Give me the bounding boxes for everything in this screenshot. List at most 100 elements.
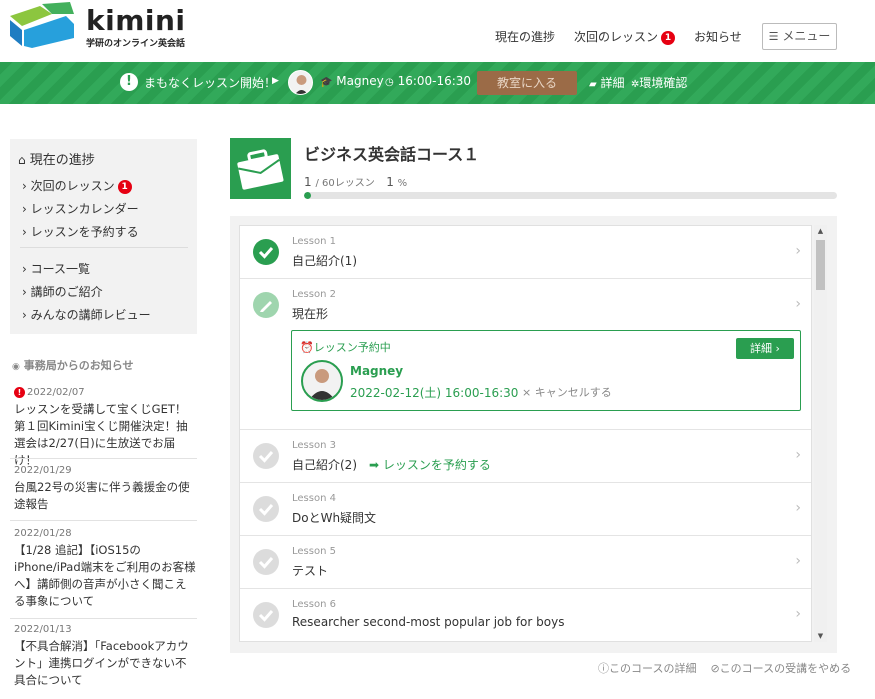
course-progress-fill xyxy=(304,192,311,199)
sidebar-item-calendar[interactable]: › レッスンカレンダー xyxy=(22,200,139,217)
course-footer-links: ⓘこのコースの詳細 ⊘このコースの受講をやめる xyxy=(598,660,851,676)
enter-classroom-button[interactable]: 教室に入る xyxy=(477,71,577,95)
chevron-right-icon: › xyxy=(795,500,801,516)
briefcase-icon xyxy=(230,138,291,199)
important-icon: ! xyxy=(14,387,25,398)
chevron-right-icon: › xyxy=(795,606,801,622)
lesson-detail-link[interactable]: ▰ 詳細 xyxy=(589,74,625,91)
pencil-icon xyxy=(253,292,279,318)
quit-course-link[interactable]: ⊘このコースの受講をやめる xyxy=(710,662,851,675)
chevron-right-icon: › xyxy=(22,308,27,322)
chevron-right-icon: › xyxy=(795,447,801,463)
booking-card: ⏰レッスン予約中 詳細 › Magney 2022-02-12(土) 16:00… xyxy=(291,330,801,411)
teacher-avatar xyxy=(288,70,313,95)
kimini-logo[interactable]: kimini 学研のオンライン英会話 xyxy=(8,2,186,50)
nav-next-lesson-label: 次回のレッスン xyxy=(574,30,659,44)
logo-wordmark: kimini xyxy=(86,4,186,37)
alarm-clock-icon: ⏰ xyxy=(300,341,314,354)
booking-status-text: レッスン予約中 xyxy=(313,341,391,354)
lesson-number: Lesson 2 xyxy=(292,289,336,300)
quit-course-text: このコースの受講をやめる xyxy=(719,662,852,675)
lesson-number: Lesson 6 xyxy=(292,599,336,610)
lesson-list-scrollbar[interactable]: ▲ ▼ xyxy=(814,225,827,642)
lesson-row[interactable]: Lesson 5 テスト › xyxy=(240,536,811,589)
play-arrow-icon: ▶ xyxy=(272,76,279,86)
sidebar-item-label: コース一覧 xyxy=(30,262,91,276)
menu-button[interactable]: ☰ メニュー xyxy=(762,23,837,50)
nav-next-lesson-badge: 1 xyxy=(661,31,676,45)
sidebar-item-label: 次回のレッスン xyxy=(30,179,115,193)
lessons-done: 1 xyxy=(304,175,312,189)
booking-datetime: 2022-02-12(土) 16:00-16:30 xyxy=(350,386,519,400)
lesson-name: 自己紹介(2) ➡ レッスンを予約する xyxy=(292,456,491,473)
nav-progress[interactable]: 現在の進捗 xyxy=(495,28,555,45)
lesson-number: Lesson 3 xyxy=(292,440,336,451)
clock-icon: ◷ xyxy=(385,77,394,88)
course-detail-link[interactable]: ⓘこのコースの詳細 xyxy=(598,662,696,675)
chevron-right-icon: › xyxy=(22,179,27,193)
sidebar-item-courses[interactable]: › コース一覧 xyxy=(22,260,90,277)
lesson-name: DoとWh疑問文 xyxy=(292,511,377,525)
course-progress-bar xyxy=(304,192,837,199)
news-item[interactable]: ! 2022/02/07 レッスンを受講して宝くじGET！第１回Kimini宝くじ… xyxy=(14,387,197,469)
lesson-row[interactable]: Lesson 1 自己紹介(1) › xyxy=(240,226,811,279)
scroll-down-icon[interactable]: ▼ xyxy=(814,630,827,642)
news-date-text: 2022/02/07 xyxy=(27,387,85,398)
booking-detail-button[interactable]: 詳細 › xyxy=(736,338,794,359)
lesson-starting-text: まもなくレッスン開始！ xyxy=(144,76,277,90)
sidebar-item-next-lesson[interactable]: › 次回のレッスン 1 xyxy=(22,177,132,194)
graduation-cap-icon: 🎓 xyxy=(320,77,333,88)
sidebar-item-label: レッスンカレンダー xyxy=(30,202,139,216)
logo-tagline: 学研のオンライン英会話 xyxy=(86,39,186,49)
sidebar-item-reviews[interactable]: › みんなの講師レビュー xyxy=(22,306,151,323)
site-header: kimini 学研のオンライン英会話 現在の進捗 次回のレッスン 1 お知らせ ☰… xyxy=(0,0,875,62)
sidebar-heading-text: 現在の進捗 xyxy=(29,153,95,168)
news-date: 2022/01/29 xyxy=(14,465,72,476)
lesson-name: 自己紹介(1) xyxy=(292,254,357,268)
cancel-booking-link[interactable]: × キャンセルする xyxy=(522,384,612,400)
sidebar-item-reserve[interactable]: › レッスンを予約する xyxy=(22,223,139,240)
news-divider xyxy=(10,520,197,521)
alert-icon: ! xyxy=(120,73,138,91)
sidebar-divider xyxy=(20,247,188,248)
booking-status: ⏰レッスン予約中 xyxy=(300,339,391,355)
lesson-number: Lesson 5 xyxy=(292,546,336,557)
lesson-number: Lesson 1 xyxy=(292,236,336,247)
reserve-lesson-link[interactable]: ➡ レッスンを予約する xyxy=(369,458,491,472)
scrollbar-thumb[interactable] xyxy=(816,240,825,290)
check-icon xyxy=(253,602,279,628)
booking-detail-label: 詳細 xyxy=(750,342,773,355)
menu-button-label: メニュー xyxy=(782,29,831,43)
booking-teacher-name[interactable]: Magney xyxy=(350,364,403,378)
sidebar-nav: ⌂ 現在の進捗 › 次回のレッスン 1 › レッスンカレンダー › レッスンを予約… xyxy=(10,139,197,334)
sidebar-item-teachers[interactable]: › 講師のご紹介 xyxy=(22,283,103,300)
chevron-right-icon: › xyxy=(775,342,780,355)
upcoming-lesson-bar: ! まもなくレッスン開始！ ▶ 🎓 Magney ◷ 16:00-16:30 教… xyxy=(0,62,875,104)
lesson-row-current[interactable]: Lesson 2 現在形 › ⏰レッスン予約中 詳細 › Magney 2022… xyxy=(240,279,811,430)
nav-news[interactable]: お知らせ xyxy=(694,28,742,45)
course-detail-text: このコースの詳細 xyxy=(609,662,697,675)
news-item[interactable]: 2022/01/28 【1/28 追記】【iOS15のiPhone/iPad端末… xyxy=(14,528,197,610)
lesson-time: ◷ 16:00-16:30 xyxy=(385,74,471,88)
chevron-right-icon: › xyxy=(795,243,801,259)
news-divider xyxy=(10,458,197,459)
sidebar-heading[interactable]: ⌂ 現在の進捗 xyxy=(18,149,95,168)
progress-percent: 1 xyxy=(386,175,394,189)
news-title: 【1/28 追記】【iOS15のiPhone/iPad端末をご利用のお客様へ】講… xyxy=(14,543,196,608)
list-icon: ☰ xyxy=(768,30,779,43)
lesson-row[interactable]: Lesson 3 自己紹介(2) ➡ レッスンを予約する › xyxy=(240,430,811,483)
lesson-row[interactable]: Lesson 6 Researcher second-most popular … xyxy=(240,589,811,641)
nav-next-lesson[interactable]: 次回のレッスン 1 xyxy=(574,28,676,45)
chevron-right-icon: › xyxy=(22,262,27,276)
scroll-up-icon[interactable]: ▲ xyxy=(814,225,827,237)
ticket-icon: ▰ xyxy=(589,79,597,90)
logo-mark-icon xyxy=(10,2,74,48)
lesson-name: Researcher second-most popular job for b… xyxy=(292,615,565,629)
lessons-total: / 60レッスン xyxy=(315,178,375,189)
env-check-link[interactable]: ✲環境確認 xyxy=(631,74,687,91)
course-title: ビジネス英会話コース１ xyxy=(304,145,480,164)
news-item[interactable]: 2022/01/29 台風22号の災害に伴う義援金の使途報告 xyxy=(14,465,197,513)
news-item[interactable]: 2022/01/13 【不具合解消】「Facebookアカウント」連携ログインが… xyxy=(14,624,197,689)
lesson-name: テスト xyxy=(292,564,329,578)
lesson-row[interactable]: Lesson 4 DoとWh疑問文 › xyxy=(240,483,811,536)
